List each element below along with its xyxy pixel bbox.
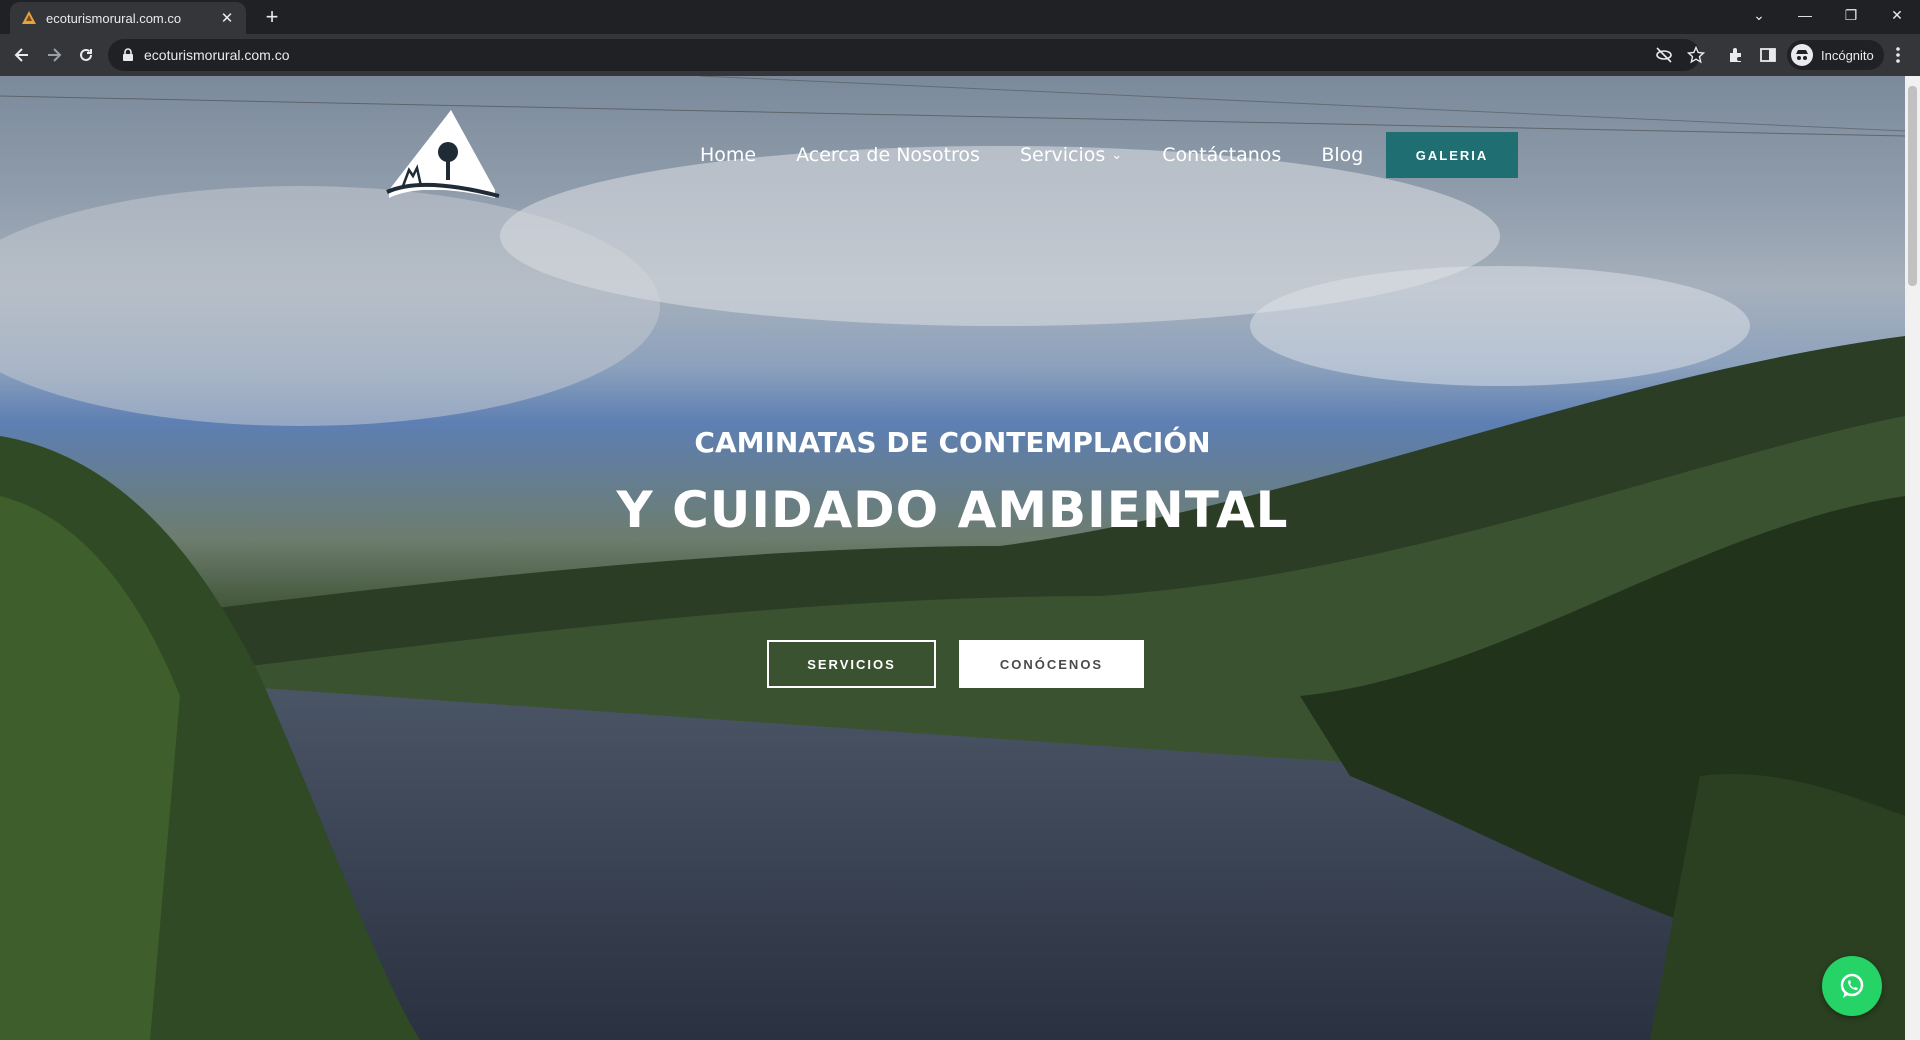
- scrollbar-thumb[interactable]: [1908, 86, 1917, 286]
- whatsapp-button[interactable]: [1822, 956, 1882, 1016]
- eye-off-icon[interactable]: [1650, 41, 1678, 69]
- lock-icon: [123, 48, 133, 61]
- nav-services[interactable]: Servicios ⌄: [1020, 144, 1122, 166]
- close-window-button[interactable]: ✕: [1874, 0, 1920, 30]
- page-viewport: Home Acerca de Nosotros Servicios ⌄ Contá…: [0, 76, 1905, 1040]
- tab-strip: ecoturismorural.com.co ✕ + ⌄ — ❐ ✕: [0, 0, 1920, 34]
- forward-arrow-icon[interactable]: [40, 41, 68, 69]
- incognito-icon: [1791, 44, 1813, 66]
- nav-blog[interactable]: Blog: [1321, 144, 1363, 166]
- browser-toolbar: ecoturismorural.com.co Incógnito: [0, 34, 1920, 76]
- back-arrow-icon[interactable]: [8, 41, 36, 69]
- extensions-icon[interactable]: [1722, 41, 1750, 69]
- url-text: ecoturismorural.com.co: [144, 47, 290, 63]
- favicon-icon: [22, 11, 36, 24]
- services-button[interactable]: SERVICIOS: [767, 640, 936, 688]
- tab-close-icon[interactable]: ✕: [218, 9, 236, 27]
- tab-search-icon[interactable]: ⌄: [1736, 0, 1782, 30]
- nav-services-label: Servicios: [1019, 144, 1106, 166]
- browser-tab[interactable]: ecoturismorural.com.co ✕: [10, 2, 246, 34]
- hero-background-image: [0, 76, 1905, 1040]
- page-scrollbar[interactable]: [1905, 76, 1920, 1040]
- hero-subtitle: CAMINATAS DE CONTEMPLACIÓN: [694, 426, 1211, 459]
- gallery-button[interactable]: GALERIA: [1386, 132, 1518, 178]
- whatsapp-icon: [1840, 973, 1864, 998]
- incognito-badge[interactable]: Incógnito: [1787, 40, 1884, 70]
- mountain-logo-icon[interactable]: [383, 106, 501, 202]
- incognito-label: Incógnito: [1821, 47, 1874, 63]
- new-tab-button[interactable]: +: [258, 4, 286, 32]
- about-us-button[interactable]: CONÓCENOS: [959, 640, 1144, 688]
- tab-title: ecoturismorural.com.co: [46, 10, 182, 26]
- minimize-button[interactable]: —: [1782, 0, 1828, 30]
- nav-home[interactable]: Home: [700, 144, 756, 166]
- reload-icon[interactable]: [72, 41, 100, 69]
- menu-dots-icon[interactable]: [1884, 41, 1912, 69]
- star-icon[interactable]: [1682, 41, 1710, 69]
- main-nav: Home Acerca de Nosotros Servicios ⌄ Contá…: [700, 144, 1403, 166]
- sidepanel-icon[interactable]: [1754, 41, 1782, 69]
- address-bar[interactable]: ecoturismorural.com.co: [108, 39, 1700, 71]
- restore-button[interactable]: ❐: [1828, 0, 1874, 30]
- nav-contact[interactable]: Contáctanos: [1162, 144, 1281, 166]
- chevron-down-icon: ⌄: [1111, 148, 1123, 163]
- nav-about[interactable]: Acerca de Nosotros: [796, 144, 980, 166]
- hero-title: Y CUIDADO AMBIENTAL: [616, 481, 1289, 539]
